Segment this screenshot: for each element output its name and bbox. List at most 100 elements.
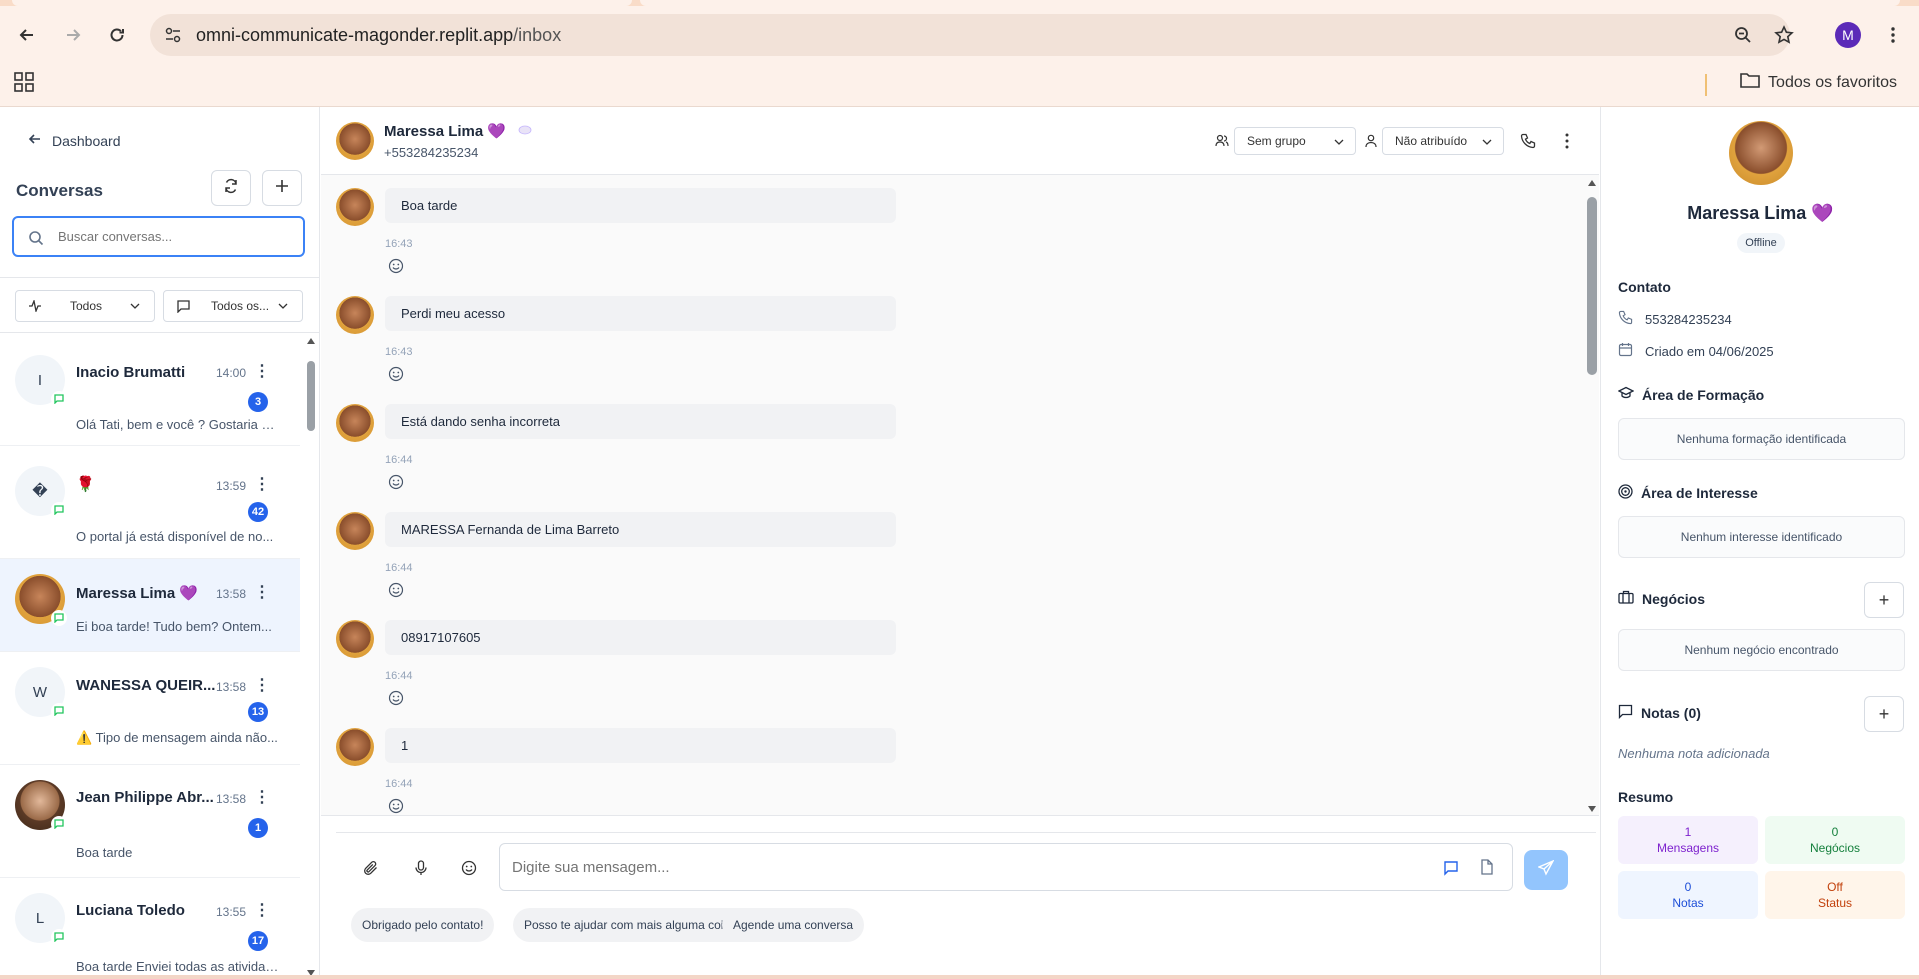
emoji-picker-icon[interactable] bbox=[461, 860, 477, 881]
chat-contact-name-text: Maressa Lima 💜 bbox=[384, 123, 507, 140]
more-vertical-icon[interactable]: ⋮ bbox=[254, 582, 270, 602]
zoom-icon[interactable] bbox=[1734, 26, 1752, 49]
unread-badge: 17 bbox=[248, 931, 268, 951]
status-filter-select[interactable]: Todos bbox=[15, 290, 155, 322]
assignee-select-value: Não atribuído bbox=[1395, 134, 1468, 148]
profile-name: Maressa Lima 💜 bbox=[1687, 203, 1834, 223]
avatar: W bbox=[15, 667, 67, 719]
stat-label: Mensagens bbox=[1656, 841, 1720, 855]
group-select[interactable]: Sem grupo bbox=[1234, 127, 1356, 155]
quick-reply-chip[interactable]: Obrigado pelo contato! bbox=[351, 908, 495, 942]
search-input[interactable] bbox=[58, 229, 288, 244]
conversation-time: 13:58 bbox=[215, 792, 246, 806]
conversation-item[interactable]: L Luciana Toledo 13:55 ⋮ 17 Boa tarde En… bbox=[0, 878, 300, 979]
forward-arrow-icon[interactable] bbox=[60, 22, 86, 48]
more-vertical-icon[interactable]: ⋮ bbox=[254, 900, 270, 920]
last-message-preview: Olá Tati, bem e você ? Gostaria de... bbox=[76, 417, 281, 432]
react-smile-icon[interactable] bbox=[388, 366, 404, 387]
unread-badge: 3 bbox=[248, 392, 268, 412]
conversation-item[interactable]: W WANESSA QUEIR... 13:58 ⋮ 13 ⚠️ Tipo de… bbox=[0, 652, 300, 765]
send-icon bbox=[1537, 859, 1555, 881]
avatar-initial: I bbox=[37, 371, 43, 389]
message-bubble: MARESSA Fernanda de Lima Barreto bbox=[385, 512, 896, 547]
phone-icon bbox=[1618, 310, 1633, 328]
more-vertical-icon[interactable]: ⋮ bbox=[254, 361, 270, 381]
sender-avatar bbox=[336, 404, 374, 442]
site-info-icon[interactable] bbox=[164, 26, 182, 49]
reload-icon[interactable] bbox=[104, 22, 130, 48]
react-smile-icon[interactable] bbox=[388, 690, 404, 711]
conversation-list-scrollbar[interactable] bbox=[304, 333, 318, 979]
conversation-item[interactable]: I Inacio Brumatti 14:00 ⋮ 3 Olá Tati, be… bbox=[0, 333, 300, 446]
negocios-section-title: Negócios bbox=[1618, 590, 1705, 607]
conversation-item[interactable]: � 🌹 13:59 ⋮ 42 O portal já está disponív… bbox=[0, 446, 300, 559]
back-arrow-icon[interactable] bbox=[14, 22, 40, 48]
target-icon bbox=[1618, 484, 1633, 502]
profile-avatar[interactable]: M bbox=[1835, 22, 1861, 48]
phone-icon[interactable] bbox=[1520, 133, 1536, 154]
conversation-item-selected[interactable]: Maressa Lima 💜 13:58 ⋮ Ei boa tarde! Tud… bbox=[0, 559, 300, 652]
add-note-button[interactable]: + bbox=[1864, 696, 1904, 732]
whatsapp-channel-icon bbox=[51, 610, 67, 626]
message-list-scrollbar[interactable] bbox=[1585, 175, 1599, 815]
templates-file-icon[interactable] bbox=[1480, 859, 1494, 880]
contact-details-panel: Maressa Lima 💜 Offline Contato 553284235… bbox=[1600, 107, 1919, 979]
address-bar[interactable]: omni-communicate-magonder.replit.app/inb… bbox=[150, 14, 1794, 56]
message-input[interactable] bbox=[512, 858, 1392, 876]
contact-section-title: Contato bbox=[1618, 279, 1671, 295]
all-bookmarks-label: Todos os favoritos bbox=[1768, 73, 1897, 91]
react-smile-icon[interactable] bbox=[388, 582, 404, 603]
browser-menu-icon[interactable] bbox=[1880, 22, 1906, 48]
channel-filter-select[interactable]: Todos os... bbox=[163, 290, 303, 322]
scrollbar-thumb[interactable] bbox=[1587, 197, 1597, 375]
sender-avatar bbox=[336, 512, 374, 550]
browser-chrome: omni-communicate-magonder.replit.app/inb… bbox=[0, 0, 1919, 107]
quick-replies-icon[interactable] bbox=[1443, 860, 1459, 881]
add-negocio-button[interactable]: + bbox=[1864, 582, 1904, 618]
contact-name: Luciana Toledo bbox=[76, 902, 185, 919]
conversation-item[interactable]: Jean Philippe Abr... 13:58 ⋮ 1 Boa tarde bbox=[0, 765, 300, 878]
plus-icon: + bbox=[1878, 703, 1890, 724]
react-smile-icon[interactable] bbox=[388, 474, 404, 495]
quick-reply-chip[interactable]: Posso te ajudar com mais alguma coisa? bbox=[513, 908, 754, 942]
window-bottom-edge bbox=[0, 975, 1919, 979]
bookmarks-separator bbox=[1705, 74, 1707, 96]
send-button[interactable] bbox=[1524, 850, 1568, 890]
quick-reply-chip[interactable]: Agende uma conversa bbox=[722, 908, 865, 942]
conversation-time: 13:59 bbox=[215, 479, 246, 493]
stat-notas: 0 Notas bbox=[1618, 871, 1758, 919]
more-vertical-icon[interactable] bbox=[1565, 133, 1569, 154]
all-bookmarks-button[interactable]: Todos os favoritos bbox=[1740, 72, 1897, 93]
url-domain: omni-communicate-magonder.replit.app bbox=[196, 24, 514, 45]
refresh-icon bbox=[223, 178, 239, 199]
back-label: Dashboard bbox=[52, 132, 121, 149]
react-smile-icon[interactable] bbox=[388, 258, 404, 279]
conversations-sidebar: Dashboard Conversas Todos Todos os... I … bbox=[0, 107, 320, 979]
refresh-button[interactable] bbox=[211, 170, 251, 206]
more-vertical-icon[interactable]: ⋮ bbox=[254, 675, 270, 695]
whatsapp-channel-icon bbox=[51, 502, 67, 518]
react-smile-icon[interactable] bbox=[388, 798, 404, 815]
sender-avatar bbox=[336, 296, 374, 334]
avatar-initial: W bbox=[32, 683, 48, 701]
stat-value: 1 bbox=[1684, 825, 1692, 839]
unread-badge: 1 bbox=[248, 818, 268, 838]
briefcase-icon bbox=[1618, 590, 1634, 607]
apps-grid-icon[interactable] bbox=[14, 72, 34, 97]
avatar-initial: L bbox=[35, 909, 45, 927]
plus-icon bbox=[275, 179, 289, 198]
paperclip-icon[interactable] bbox=[363, 860, 379, 881]
last-message-preview: ⚠️ Tipo de mensagem ainda não... bbox=[76, 730, 278, 745]
scrollbar-thumb[interactable] bbox=[307, 361, 315, 431]
message-time: 16:43 bbox=[385, 346, 413, 358]
more-vertical-icon[interactable]: ⋮ bbox=[254, 787, 270, 807]
microphone-icon[interactable] bbox=[414, 860, 428, 881]
back-to-dashboard-link[interactable]: Dashboard bbox=[28, 132, 121, 149]
more-vertical-icon[interactable]: ⋮ bbox=[254, 474, 270, 494]
assignee-select[interactable]: Não atribuído bbox=[1382, 127, 1504, 155]
bookmark-star-icon[interactable] bbox=[1774, 25, 1794, 50]
url-text: omni-communicate-magonder.replit.app/inb… bbox=[196, 25, 561, 46]
new-conversation-button[interactable] bbox=[262, 170, 302, 206]
status-filter-value: Todos bbox=[70, 299, 103, 313]
chevron-down-icon bbox=[1333, 136, 1345, 151]
